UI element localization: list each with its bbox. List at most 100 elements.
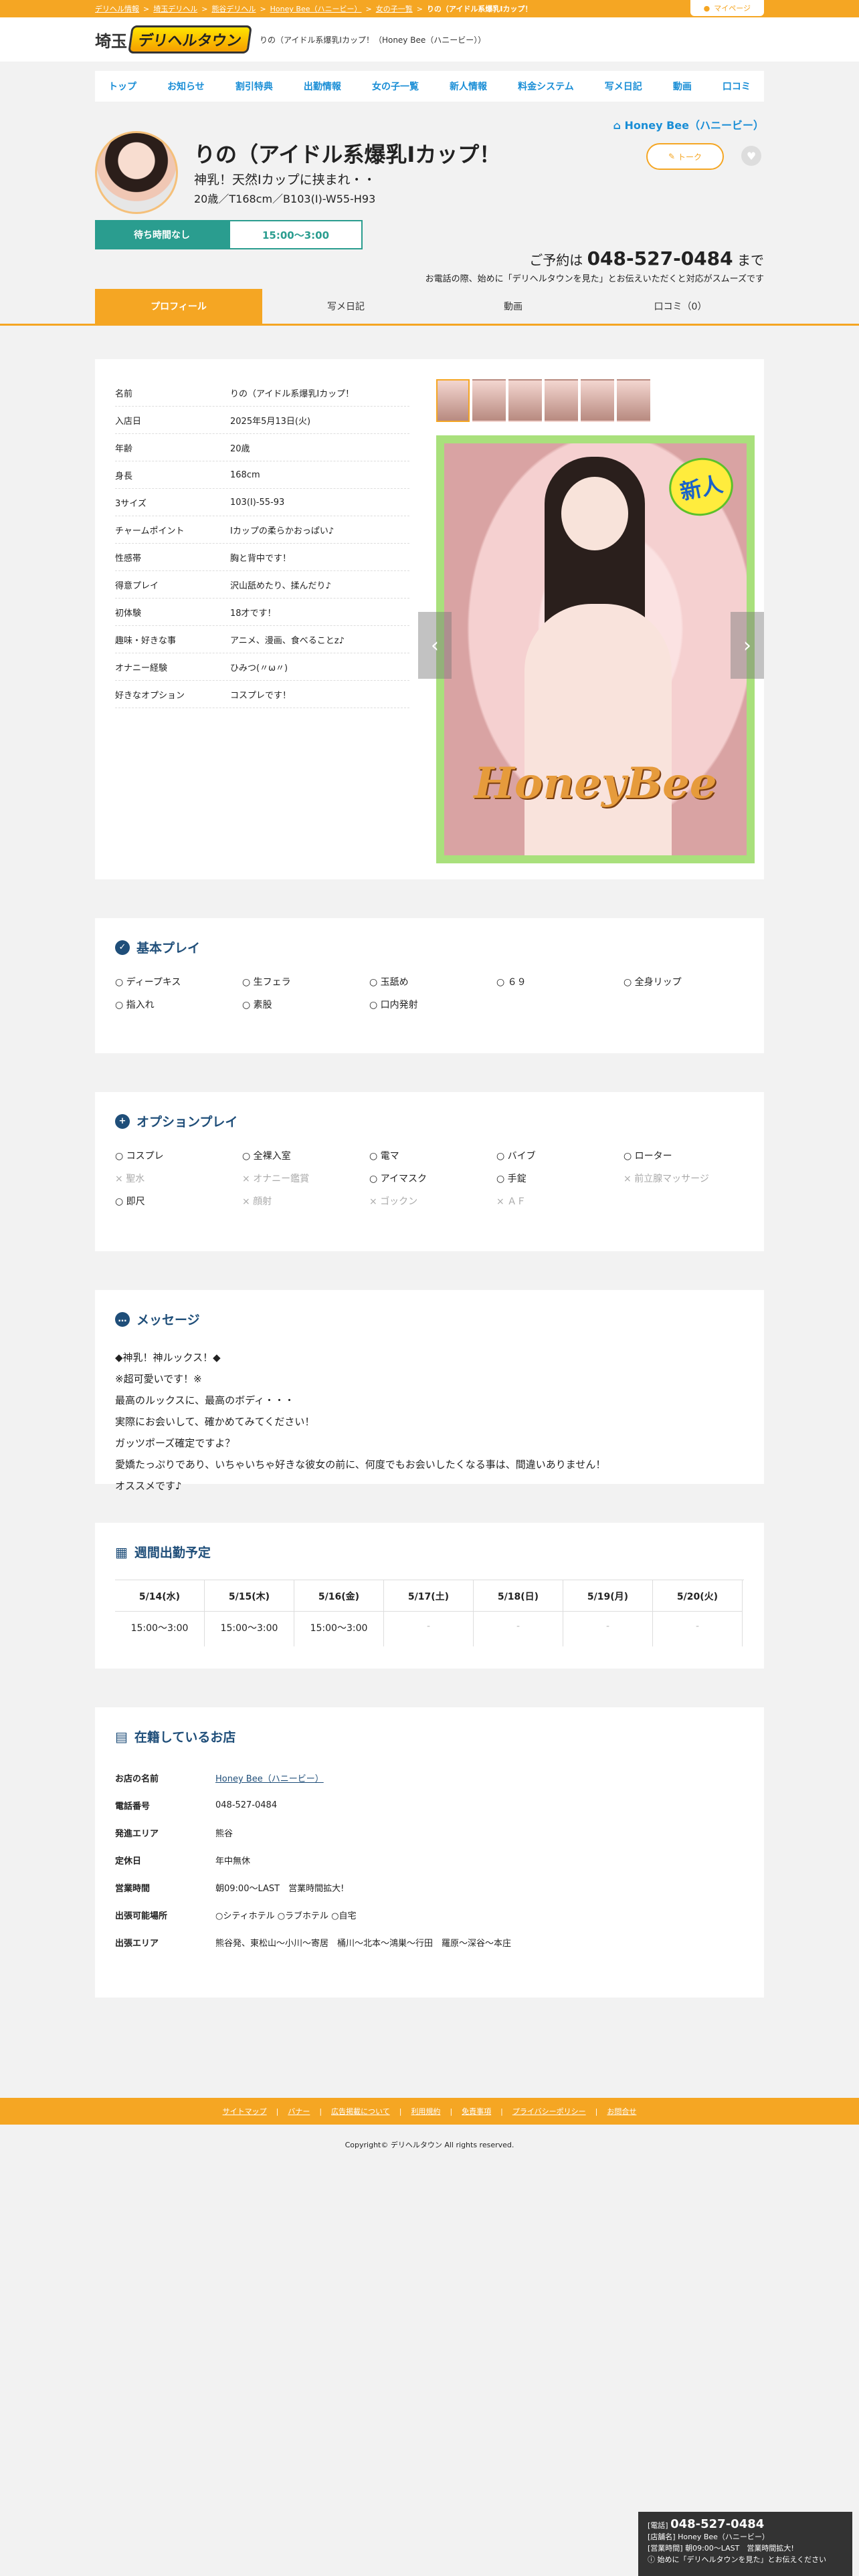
photo-thumbnail[interactable]	[617, 379, 650, 422]
profile-key: 入店日	[115, 416, 142, 427]
option-play-section: + オプションプレイ ○ コスプレ ○ 全裸入室 ○ 電マ ○ バイブ ○ ローター × 聖…	[95, 1092, 764, 1251]
footer-separator: |	[595, 2107, 598, 2116]
photo-thumbnail[interactable]	[472, 379, 506, 422]
shop-link[interactable]: ⌂ Honey Bee（ハニービー）	[613, 116, 764, 132]
schedule-time: -	[605, 1621, 610, 1632]
play-label: ローター	[634, 1151, 672, 1162]
tab-video[interactable]: 動画	[430, 289, 597, 324]
floating-call-box[interactable]: [電話] 048-527-0484 [店舗名] Honey Bee（ハニービー）…	[638, 2512, 852, 2576]
plus-icon: +	[115, 1113, 130, 1129]
nav-photo-diary[interactable]: 写メ日記	[605, 80, 642, 93]
footer-link[interactable]: サイトマップ	[223, 2106, 267, 2117]
schedule-date: 5/20(火)	[653, 1580, 742, 1612]
shop-title: 在籍しているお店	[134, 1730, 236, 1745]
nav-schedule[interactable]: 出勤情報	[304, 80, 341, 93]
breadcrumb-separator: >	[416, 4, 423, 13]
schedule-time: 15:00〜3:00	[130, 1623, 189, 1634]
footer-link[interactable]: 広告掲載について	[331, 2106, 390, 2117]
photo-thumbnail[interactable]	[508, 379, 542, 422]
site-logo[interactable]: 埼玉 デリヘルタウン	[95, 25, 252, 53]
chat-icon: ✎	[668, 152, 676, 161]
shop-link-label: Honey Bee（ハニービー）	[624, 119, 764, 132]
photo-thumbnail[interactable]	[581, 379, 614, 422]
profile-row: 年齢 20歳	[115, 434, 409, 461]
nav-newcomers[interactable]: 新人情報	[450, 80, 487, 93]
footer-link[interactable]: 利用規約	[411, 2106, 440, 2117]
play-label: 顔射	[253, 1196, 272, 1207]
photo-prev-button[interactable]: ‹	[418, 612, 452, 679]
nav-reviews[interactable]: 口コミ	[723, 80, 751, 93]
talk-label: トーク	[678, 152, 702, 162]
available-icon: ○	[115, 1196, 126, 1207]
breadcrumb-link[interactable]: 埼玉デリヘル	[153, 3, 197, 14]
shop-key: 定休日	[115, 1856, 142, 1866]
breadcrumb-link[interactable]: Honey Bee（ハニービー）	[270, 3, 362, 14]
tab-profile[interactable]: プロフィール	[95, 289, 262, 324]
favorite-button[interactable]: ♥	[741, 146, 761, 166]
breadcrumb-current: りの（アイドル系爆乳Iカップ！	[426, 5, 533, 13]
schedule-day: 5/14(水) 15:00〜3:00	[115, 1580, 205, 1646]
profile-key: オナニー経験	[115, 663, 168, 673]
schedule-time: -	[516, 1621, 520, 1632]
float-tel-label: [電話]	[648, 2521, 668, 2530]
available-icon: ○	[115, 1151, 126, 1162]
float-note: 始めに「デリヘルタウンを見た」とお伝えください	[657, 2555, 827, 2564]
mypage-button[interactable]: ● マイページ	[690, 0, 764, 16]
message-line: 最高のルックスに、最高のボディ・・・	[115, 1394, 295, 1406]
footer-link[interactable]: プライバシーポリシー	[512, 2106, 586, 2117]
play-item: ○ 全裸入室	[242, 1149, 369, 1162]
available-icon: ○	[115, 977, 126, 988]
message-line: 実際にお会いして、確かめてみてください！	[115, 1416, 315, 1428]
play-label: 生フェラ	[253, 977, 291, 988]
profile-key: 得意プレイ	[115, 580, 159, 591]
nav-girls[interactable]: 女の子一覧	[372, 80, 419, 93]
nav-top[interactable]: トップ	[108, 80, 136, 93]
shop-row: 定休日 年中無休	[115, 1846, 744, 1874]
footer-link[interactable]: 免責事項	[462, 2106, 491, 2117]
play-item: ○ コスプレ	[115, 1149, 242, 1162]
reserve-tel[interactable]: 048-527-0484	[587, 247, 733, 270]
basic-play-list: ○ ディープキス ○ 生フェラ ○ 玉舐め ○ ６９ ○ 全身リップ ○ 指入れ ○ 素股 ○…	[115, 975, 744, 1011]
reserve-suffix: まで	[737, 252, 764, 268]
breadcrumb-link[interactable]: 女の子一覧	[376, 3, 413, 14]
footer-link[interactable]: バナー	[288, 2106, 310, 2117]
photo-thumbnail[interactable]	[545, 379, 578, 422]
shop-name-link[interactable]: Honey Bee（ハニービー）	[215, 1772, 324, 1784]
float-tel[interactable]: 048-527-0484	[670, 2517, 764, 2531]
section-title: ▦ 週間出勤予定	[115, 1543, 744, 1561]
nav-video[interactable]: 動画	[673, 80, 692, 93]
play-label: 全身リップ	[634, 977, 682, 988]
available-icon: ○	[369, 1151, 381, 1162]
nav-price[interactable]: 料金システム	[518, 80, 574, 93]
profile-row: オナニー経験 ひみつ(〃ω〃)	[115, 653, 409, 681]
schedule-date: 5/19(月)	[563, 1580, 652, 1612]
footer-link[interactable]: お問合せ	[607, 2106, 636, 2117]
mypage-label: マイページ	[714, 4, 751, 13]
available-icon: ○	[624, 977, 635, 988]
breadcrumb-link[interactable]: デリヘル情報	[95, 3, 139, 14]
breadcrumb-separator: >	[365, 4, 372, 13]
main-photo: 新人 HoneyBee	[436, 435, 755, 863]
shop-key: 発進エリア	[115, 1829, 159, 1839]
unavailable-icon: ×	[369, 1196, 381, 1207]
nav-discount[interactable]: 割引特典	[235, 80, 273, 93]
tab-photo-diary[interactable]: 写メ日記	[262, 289, 430, 324]
reserve-note: お電話の際、始めに「デリヘルタウンを見た」とお伝えいただくと対応がスムーズです	[425, 274, 764, 284]
tab-reviews[interactable]: 口コミ（0）	[597, 289, 764, 324]
profile-value: 胸と背中です！	[230, 553, 292, 564]
play-label: コスプレ	[126, 1151, 164, 1162]
logo-prefecture: 埼玉	[95, 31, 127, 51]
photo-next-button[interactable]: ›	[731, 612, 764, 679]
nav-news[interactable]: お知らせ	[167, 80, 205, 93]
photo-thumbnails	[436, 379, 650, 422]
avatar	[95, 131, 178, 214]
schedule-time: 15:00〜3:00	[220, 1623, 278, 1634]
breadcrumb-link[interactable]: 熊谷デリヘル	[211, 3, 256, 14]
girl-name: りの（アイドル系爆乳Iカップ！	[194, 142, 501, 167]
schedule-day: 5/20(火) -	[653, 1580, 743, 1646]
available-icon: ○	[369, 1000, 381, 1010]
talk-button[interactable]: ✎ トーク	[646, 143, 724, 170]
shop-row: お店の名前 Honey Bee（ハニービー）	[115, 1764, 744, 1792]
photo-thumbnail[interactable]	[436, 379, 470, 422]
play-item: × ＡＦ	[496, 1194, 624, 1208]
